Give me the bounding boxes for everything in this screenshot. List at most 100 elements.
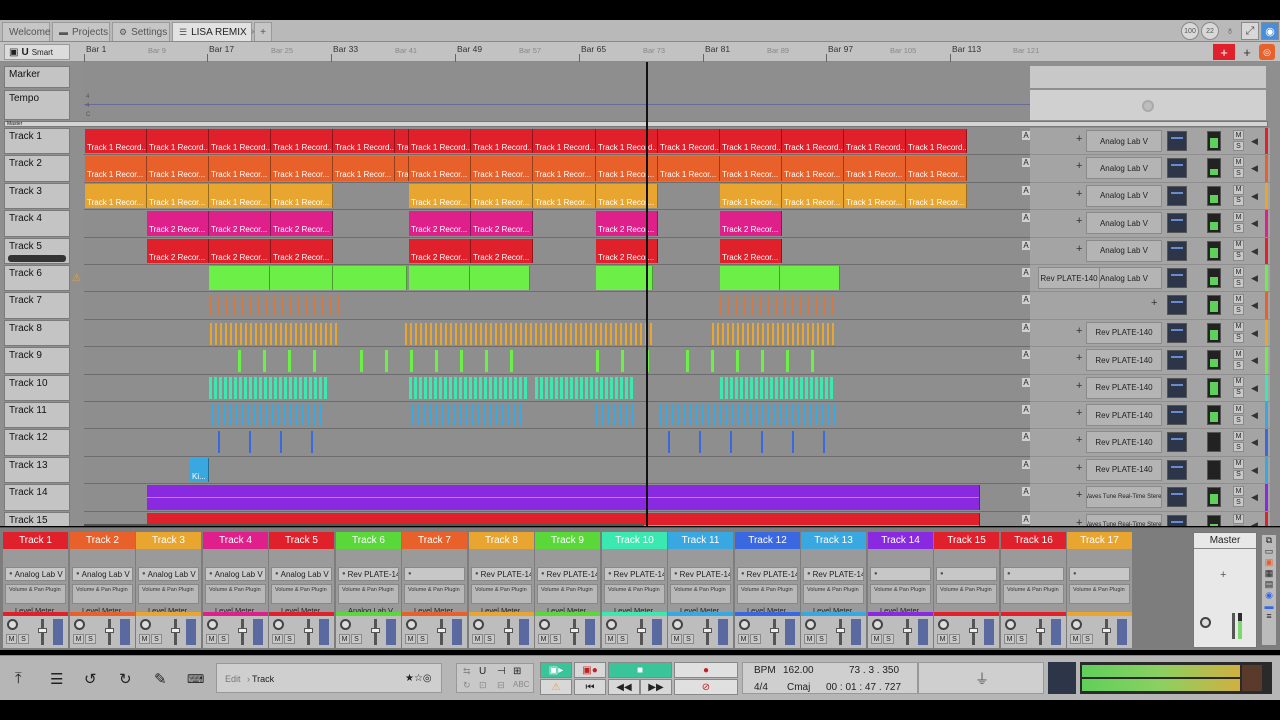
- midi-note[interactable]: [251, 404, 252, 426]
- midi-note[interactable]: [279, 376, 282, 399]
- plugin-slot[interactable]: Rev PLATE-140: [1086, 376, 1162, 399]
- horizontal-scrollbar[interactable]: [84, 524, 644, 526]
- fader-cap[interactable]: [105, 628, 114, 633]
- midi-note[interactable]: [319, 376, 322, 399]
- midi-note[interactable]: [304, 376, 307, 399]
- channel-insert-slot[interactable]: Volume & Pan Plugin: [936, 584, 997, 604]
- midi-note[interactable]: [499, 376, 502, 399]
- plugin-power-icon[interactable]: ●: [608, 571, 612, 577]
- midi-note[interactable]: [421, 404, 422, 426]
- midi-note[interactable]: [260, 404, 261, 426]
- midi-note[interactable]: [810, 376, 813, 399]
- channel-plugin-slot[interactable]: ●Rev PLATE-140: [471, 567, 532, 581]
- plugin-power-icon[interactable]: ●: [9, 571, 13, 577]
- mute-button[interactable]: M: [538, 634, 549, 644]
- midi-note[interactable]: [596, 350, 599, 373]
- clip[interactable]: Track 1 Recor...: [658, 156, 720, 181]
- midi-note[interactable]: [681, 404, 682, 426]
- midi-note[interactable]: [230, 404, 231, 426]
- mute-button[interactable]: M: [272, 634, 283, 644]
- solo-button[interactable]: S: [750, 634, 761, 644]
- midi-note[interactable]: [514, 376, 517, 399]
- midi-note[interactable]: [742, 322, 744, 345]
- midi-note[interactable]: [808, 296, 809, 317]
- fader-cap[interactable]: [304, 628, 313, 633]
- midi-note[interactable]: [418, 404, 419, 426]
- bpm-value[interactable]: 162.00: [783, 665, 814, 676]
- channel-plugin-slot[interactable]: ●: [936, 567, 997, 581]
- midi-note[interactable]: [776, 296, 777, 317]
- midi-note[interactable]: [669, 404, 670, 426]
- plugin-power-icon[interactable]: ●: [541, 571, 545, 577]
- solo-button[interactable]: S: [417, 634, 428, 644]
- midi-note[interactable]: [625, 376, 628, 399]
- midi-note[interactable]: [726, 404, 727, 426]
- midi-note[interactable]: [727, 322, 729, 345]
- plugin-power-icon[interactable]: ●: [209, 571, 213, 577]
- midi-note[interactable]: [278, 404, 279, 426]
- snap-magnet-icon[interactable]: U: [479, 666, 486, 677]
- plugin-power-icon[interactable]: ●: [408, 571, 412, 577]
- add-plugin-icon[interactable]: +: [1076, 352, 1082, 364]
- track-header[interactable]: Track 4: [4, 210, 70, 237]
- solo-button[interactable]: S: [1233, 332, 1244, 343]
- solo-button[interactable]: S: [1233, 223, 1244, 234]
- record-mode-button[interactable]: ▣●: [574, 662, 606, 678]
- midi-note[interactable]: [767, 322, 769, 345]
- channel-name[interactable]: Track 14: [868, 532, 933, 549]
- midi-note[interactable]: [442, 404, 443, 426]
- metronome-icon[interactable]: ⇆: [463, 666, 471, 677]
- pan-knob[interactable]: [1005, 619, 1016, 630]
- midi-note[interactable]: [300, 322, 302, 345]
- midi-note[interactable]: [772, 322, 774, 345]
- channel-plugin-slot[interactable]: ●Rev PLATE-140: [338, 567, 399, 581]
- midi-note[interactable]: [463, 404, 464, 426]
- midi-note[interactable]: [610, 322, 612, 345]
- midi-note[interactable]: [509, 296, 510, 317]
- mute-button[interactable]: M: [206, 634, 217, 644]
- midi-note[interactable]: [489, 376, 492, 399]
- midi-note[interactable]: [759, 404, 760, 426]
- midi-note[interactable]: [440, 322, 442, 345]
- track-header[interactable]: Track 11: [4, 402, 70, 429]
- automation-toggle[interactable]: A: [1022, 432, 1030, 442]
- upload-icon[interactable]: ⤒: [15, 670, 22, 687]
- mute-button[interactable]: M: [605, 634, 616, 644]
- midi-note[interactable]: [478, 404, 479, 426]
- midi-note[interactable]: [313, 350, 316, 373]
- track-header[interactable]: Track 9: [4, 347, 70, 374]
- midi-note[interactable]: [589, 296, 590, 317]
- speaker-icon[interactable]: ◀: [1251, 437, 1258, 448]
- pan-knob[interactable]: [1200, 617, 1211, 628]
- channel-insert-slot[interactable]: Volume & Pan Plugin: [404, 584, 465, 604]
- midi-note[interactable]: [274, 296, 275, 317]
- lightbulb-icon[interactable]: ♁: [1221, 22, 1239, 40]
- clip[interactable]: Track 1 Recor...: [720, 156, 782, 181]
- midi-note[interactable]: [795, 376, 798, 399]
- midi-note[interactable]: [830, 376, 833, 399]
- solo-button[interactable]: S: [151, 634, 162, 644]
- midi-note[interactable]: [722, 322, 724, 345]
- midi-note[interactable]: [410, 350, 413, 373]
- midi-note[interactable]: [214, 376, 217, 399]
- midi-note[interactable]: [597, 296, 598, 317]
- pan-knob[interactable]: [606, 619, 617, 630]
- midi-note[interactable]: [783, 404, 784, 426]
- add-plugin-icon[interactable]: +: [1220, 569, 1226, 581]
- midi-note[interactable]: [555, 376, 558, 399]
- midi-note[interactable]: [565, 376, 568, 399]
- midi-note[interactable]: [287, 404, 288, 426]
- clip[interactable]: Track 1 Recor...: [147, 183, 209, 209]
- midi-note[interactable]: [244, 376, 247, 399]
- midi-note[interactable]: [266, 296, 267, 317]
- midi-note[interactable]: [801, 404, 802, 426]
- midi-note[interactable]: [541, 296, 542, 317]
- midi-note[interactable]: [666, 404, 667, 426]
- midi-note[interactable]: [581, 296, 582, 317]
- mute-button[interactable]: M: [1233, 431, 1244, 442]
- midi-note[interactable]: [789, 404, 790, 426]
- midi-note[interactable]: [263, 350, 266, 373]
- midi-note[interactable]: [617, 404, 618, 426]
- midi-note[interactable]: [485, 322, 487, 345]
- midi-note[interactable]: [747, 404, 748, 426]
